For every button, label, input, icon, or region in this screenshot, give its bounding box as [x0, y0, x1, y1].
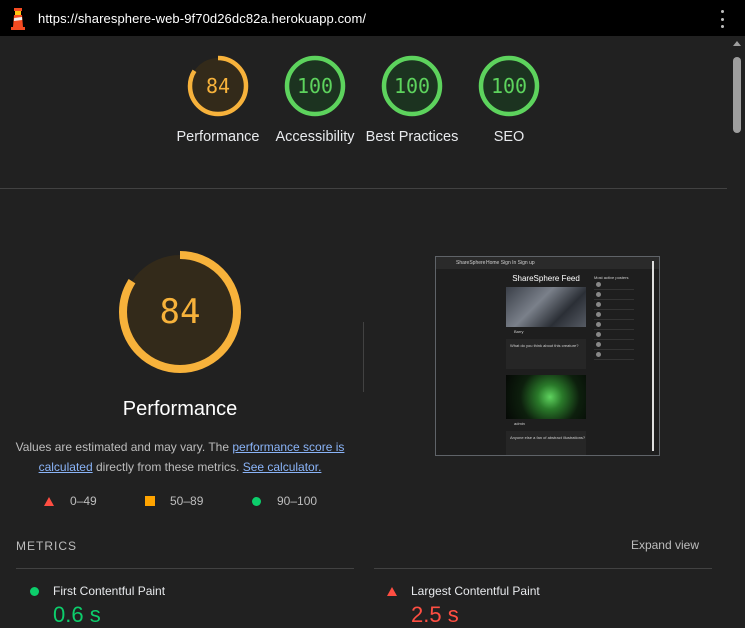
- triangle-icon: [44, 496, 54, 506]
- square-icon: [145, 496, 155, 506]
- metrics-header: METRICS: [16, 539, 77, 553]
- thumb-scrollbar: [652, 261, 654, 451]
- thumb-post-image: [506, 375, 586, 419]
- gauge-score: 100: [490, 74, 528, 98]
- desc-middle: directly from these metrics.: [92, 460, 243, 474]
- metric-fcp-name: First Contentful Paint: [53, 584, 166, 598]
- gauge-score: 100: [296, 74, 334, 98]
- thumb-sidebar: Most active posters: [594, 275, 634, 360]
- thumb-post-question: What do you think about this creature?: [510, 343, 579, 348]
- legend-average: 50–89: [145, 494, 203, 508]
- thumb-post-user: Barry: [514, 329, 524, 334]
- metric-lcp-value: 2.5 s: [411, 602, 459, 627]
- more-options-icon[interactable]: [719, 10, 725, 28]
- vertical-separator: [363, 322, 364, 392]
- metric-fcp-value: 0.6 s: [53, 602, 101, 627]
- gauge-score: 100: [393, 74, 431, 98]
- legend-pass: 90–100: [252, 494, 317, 508]
- thumb-post-question: Anyone else a fan of abstract illustrati…: [510, 435, 586, 440]
- metric-divider: [16, 568, 354, 569]
- top-bar: https://sharesphere-web-9f70d26dc82a.her…: [0, 0, 745, 36]
- performance-description: Values are estimated and may vary. The p…: [12, 437, 348, 477]
- gauge-label: SEO: [493, 129, 525, 145]
- performance-title: Performance: [122, 398, 238, 420]
- thumb-brand: ShareSphere: [456, 260, 486, 266]
- thumb-post-card: Anyone else a fan of abstract illustrati…: [506, 431, 586, 455]
- header-divider: [0, 188, 727, 189]
- expand-view-button[interactable]: Expand view: [631, 538, 699, 552]
- legend-label: 90–100: [277, 494, 318, 508]
- metric-lcp-name: Largest Contentful Paint: [411, 584, 540, 598]
- gauge-score: 84: [205, 74, 231, 98]
- thumb-navbar: ShareSphere Home Sign In Sign up: [436, 257, 659, 269]
- gauge-seo[interactable]: 100 SEO: [476, 53, 542, 145]
- thumb-post-card: What do you think about this creature?: [506, 339, 586, 369]
- final-screenshot-thumbnail[interactable]: ShareSphere Home Sign In Sign up ShareSp…: [435, 256, 660, 456]
- thumb-feed-title: ShareSphere Feed: [512, 274, 580, 283]
- circle-icon: [252, 496, 261, 506]
- legend-label: 0–49: [70, 494, 97, 508]
- triangle-icon: [387, 587, 397, 596]
- legend-label: 50–89: [170, 494, 204, 508]
- gauge-accessibility[interactable]: 100 Accessibility: [276, 53, 354, 145]
- performance-score: 84: [159, 292, 201, 332]
- scroll-up-arrow-icon[interactable]: [733, 41, 741, 46]
- scrollbar-thumb[interactable]: [733, 57, 741, 133]
- thumb-post-image: [506, 287, 586, 327]
- gauge-performance[interactable]: 84 Performance: [176, 53, 260, 145]
- lighthouse-logo-icon: [0, 0, 36, 36]
- page-url: https://sharesphere-web-9f70d26dc82a.her…: [38, 10, 367, 26]
- thumb-post-user: admin: [514, 421, 525, 426]
- see-calculator-link[interactable]: See calculator.: [243, 460, 322, 474]
- thumb-nav-links: Home Sign In Sign up: [486, 260, 535, 266]
- desc-prefix: Values are estimated and may vary. The: [15, 440, 233, 454]
- gauge-best-practices[interactable]: 100 Best Practices: [366, 53, 458, 145]
- legend-fail: 0–49: [44, 494, 97, 508]
- circle-icon: [30, 587, 39, 596]
- metric-divider: [374, 568, 712, 569]
